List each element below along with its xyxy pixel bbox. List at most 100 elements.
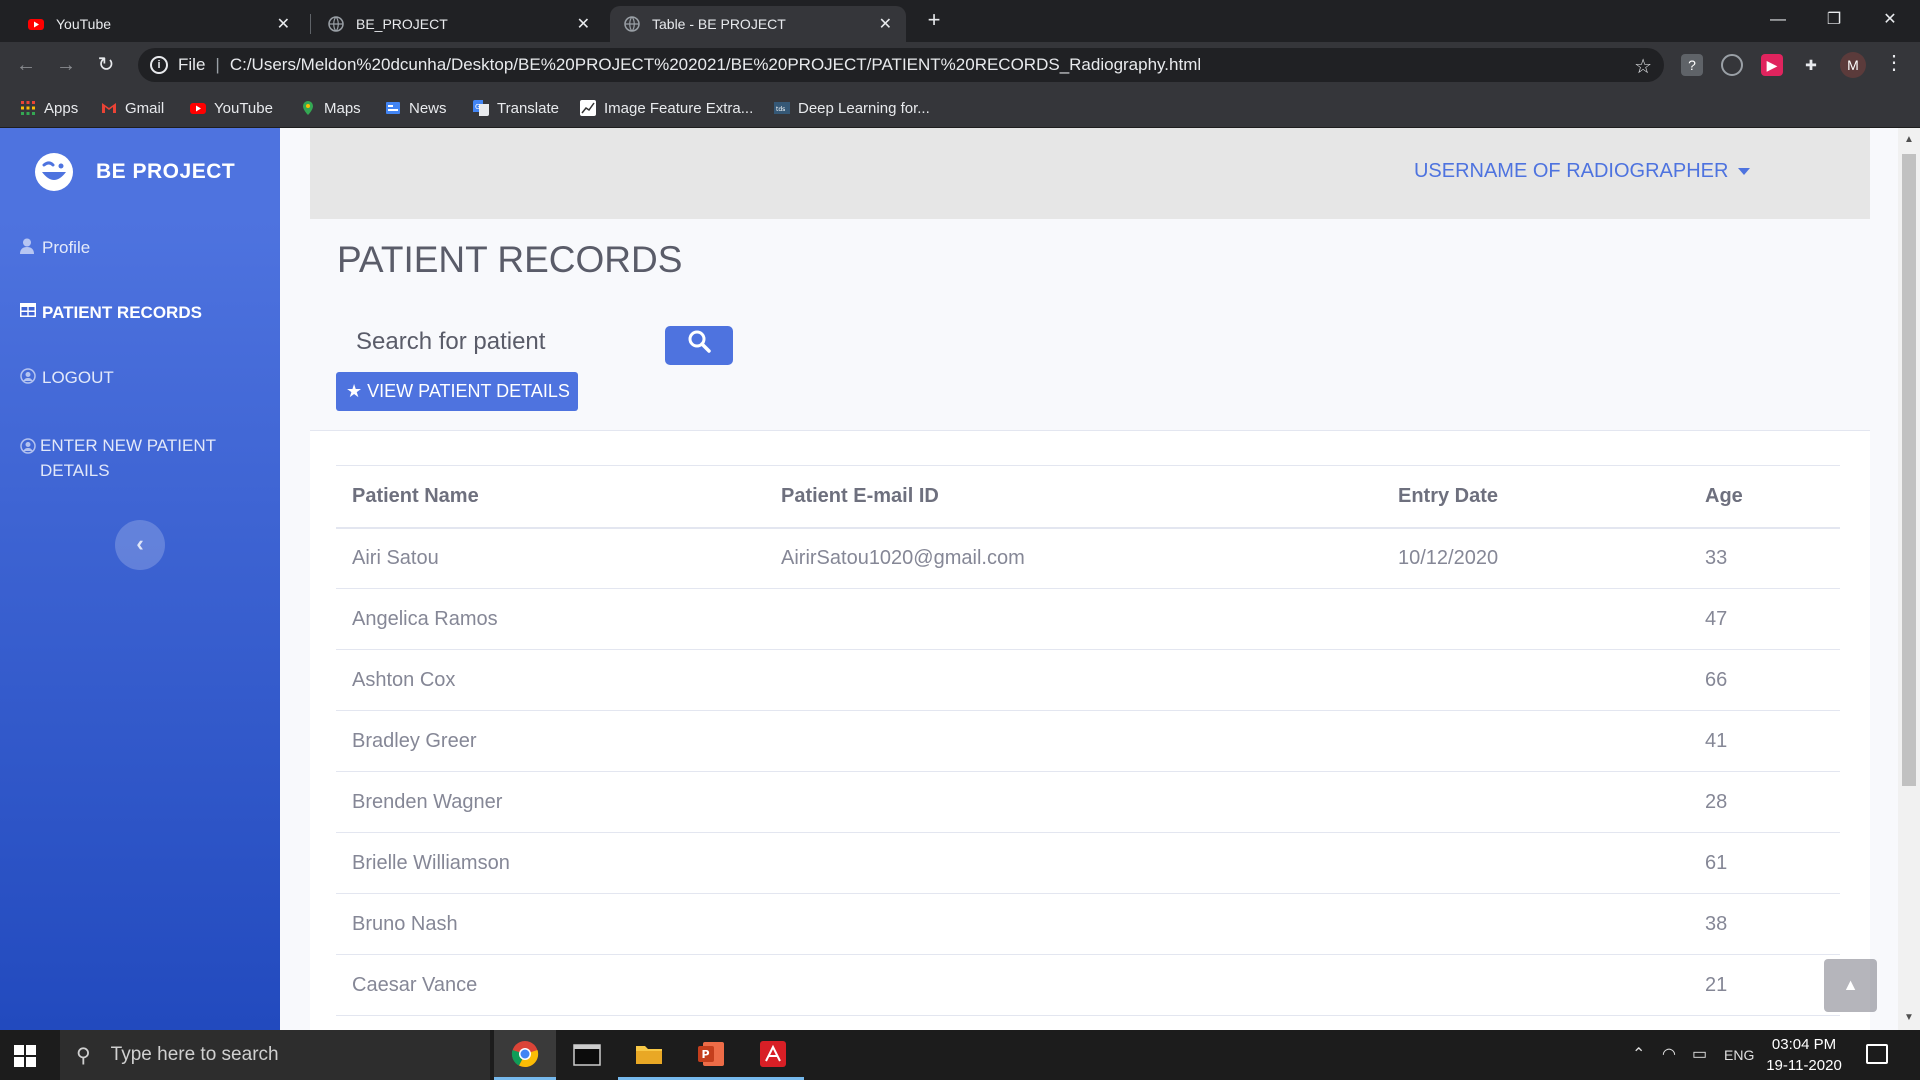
table-row[interactable]: Bradley Greer 41 [336,710,1840,772]
info-icon[interactable]: i [150,56,168,74]
bookmark-image-feature[interactable]: Image Feature Extra... [580,98,753,118]
star-icon: ★ [346,381,363,401]
page-scrollbar[interactable]: ▲ ▼ [1898,128,1920,1030]
cell-patient-email [765,893,1382,955]
bookmark-apps[interactable]: Apps [20,98,78,118]
clock-time: 03:04 PM [1771,1036,1837,1053]
bookmark-deep-learning[interactable]: tds Deep Learning for... [774,98,930,118]
column-header-name[interactable]: Patient Name [336,465,765,529]
reload-icon[interactable]: ↻ [92,51,120,79]
scroll-up-arrow-icon[interactable]: ▲ [1904,134,1914,145]
tab-title: BE_PROJECT [356,16,448,32]
bookmark-gmail[interactable]: Gmail [101,98,164,118]
sidebar-item-enter-new-patient[interactable]: ENTER NEW PATIENT DETAILS [20,433,250,483]
search-button[interactable] [665,326,733,365]
table-row[interactable]: Brenden Wagner 28 [336,771,1840,833]
puzzle-extensions-icon[interactable]: ✚ [1800,54,1822,76]
sidebar-item-logout[interactable]: LOGOUT [20,368,114,389]
taskbar-search-box[interactable]: ⚲ Type here to search [60,1030,490,1080]
sidebar-item-label: LOGOUT [42,368,114,387]
window-close-button[interactable]: ✕ [1862,0,1918,40]
sidebar-toggle-button[interactable]: ‹ [115,520,165,570]
scrollbar-thumb[interactable] [1902,154,1916,786]
taskbar-acrobat[interactable] [742,1030,804,1080]
forward-arrow-icon[interactable]: → [52,51,80,79]
table-row[interactable]: Bruno Nash 38 [336,893,1840,955]
taskbar-powerpoint[interactable]: P [680,1030,742,1080]
page-title: PATIENT RECORDS [337,239,683,280]
bookmark-maps[interactable]: Maps [300,98,361,118]
sidebar-item-label: Profile [42,238,91,257]
table-row[interactable]: Ashton Cox 66 [336,649,1840,711]
browser-tab-youtube[interactable]: YouTube ✕ [14,6,304,42]
column-header-email[interactable]: Patient E-mail ID [765,465,1382,529]
taskbar-chrome[interactable] [494,1030,556,1080]
restore-button[interactable]: ❐ [1806,0,1862,40]
news-icon [386,102,400,114]
help-extension-icon[interactable]: ? [1681,54,1703,76]
cell-patient-name: Bruno Nash [336,893,765,955]
tds-icon: tds [774,102,790,114]
chevron-up-icon[interactable]: ⌃ [1632,1044,1645,1064]
windows-start-icon[interactable] [14,1045,36,1067]
sidebar-brand[interactable]: BE PROJECT [32,150,235,194]
svg-text:G: G [475,103,480,111]
table-row[interactable]: Angelica Ramos 47 [336,588,1840,650]
translate-icon: G [473,100,489,116]
cell-patient-email [765,588,1382,650]
close-icon[interactable]: ✕ [577,14,590,34]
menu-kebab-icon[interactable]: ⋮ [1884,50,1904,75]
extension-circle-icon[interactable] [1721,54,1743,76]
view-patient-details-button[interactable]: ★ VIEW PATIENT DETAILS [336,372,578,411]
chrome-icon [511,1040,539,1067]
address-bar[interactable]: i File | C:/Users/Meldon%20dcunha/Deskto… [138,48,1664,82]
bookmark-label: Deep Learning for... [798,99,930,117]
tab-title: Table - BE PROJECT [652,16,786,32]
language-indicator[interactable]: ENG [1724,1047,1754,1063]
cell-age: 38 [1689,893,1840,955]
browser-tab-be-project[interactable]: BE_PROJECT ✕ [314,6,604,42]
taskbar-file-explorer[interactable] [618,1030,680,1080]
close-icon[interactable]: ✕ [879,14,892,34]
sidebar-item-label: ENTER NEW PATIENT DETAILS [40,436,216,480]
column-header-age[interactable]: Age [1689,465,1840,529]
cell-patient-name: Airi Satou [336,527,765,589]
taskbar-clock[interactable]: 03:04 PM 19-11-2020 [1758,1034,1850,1076]
user-dropdown[interactable]: USERNAME OF RADIOGRAPHER [1414,160,1750,183]
back-arrow-icon[interactable]: ← [12,51,40,79]
bookmark-translate[interactable]: G Translate [473,98,559,118]
globe-icon [624,16,640,32]
sidebar-item-patient-records[interactable]: PATIENT RECORDS [20,303,202,323]
cell-patient-email [765,832,1382,894]
notification-center-icon[interactable] [1866,1044,1888,1064]
bookmark-news[interactable]: News [385,98,447,118]
url-scheme: File [178,55,206,74]
profile-avatar[interactable]: M [1840,52,1866,78]
cell-patient-name: Angelica Ramos [336,588,765,650]
bookmark-star-icon[interactable]: ☆ [1634,54,1652,79]
patient-records-table: Patient Name Patient E-mail ID Entry Dat… [336,465,1840,1016]
battery-icon[interactable]: ▭ [1692,1044,1707,1064]
video-extension-icon[interactable]: ▶ [1761,54,1783,76]
taskbar-terminal[interactable] [556,1030,618,1080]
new-tab-button[interactable]: + [920,6,948,34]
user-circle-icon [20,368,38,389]
browser-tab-strip: YouTube ✕ BE_PROJECT ✕ Table - BE PROJEC… [0,0,1920,42]
search-icon [688,330,711,353]
wifi-icon[interactable]: ◠ [1662,1044,1676,1064]
browser-tab-table[interactable]: Table - BE PROJECT ✕ [610,6,906,42]
sidebar-item-profile[interactable]: Profile [20,238,90,259]
table-row[interactable]: Brielle Williamson 61 [336,832,1840,894]
cell-entry-date [1382,954,1689,1016]
minimize-button[interactable]: — [1750,0,1806,40]
column-header-entry-date[interactable]: Entry Date [1382,465,1689,529]
bookmark-label: Maps [324,99,361,117]
table-row[interactable]: Caesar Vance 21 [336,954,1840,1016]
bookmark-youtube[interactable]: YouTube [190,98,273,118]
scroll-down-arrow-icon[interactable]: ▼ [1904,1012,1914,1023]
cell-entry-date [1382,771,1689,833]
scroll-to-top-button[interactable]: ▲ [1824,959,1877,1012]
table-row[interactable]: Airi Satou AirirSatou1020@gmail.com 10/1… [336,527,1840,589]
close-icon[interactable]: ✕ [277,14,290,34]
search-input[interactable] [337,321,642,363]
